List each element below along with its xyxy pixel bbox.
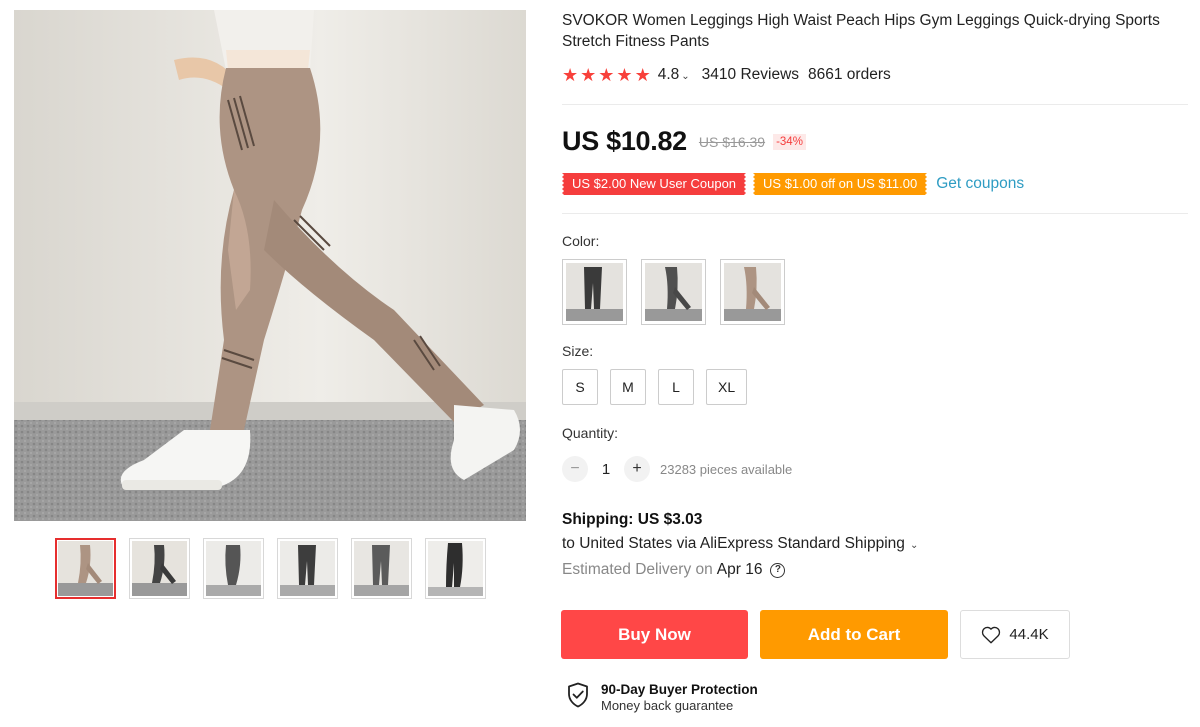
question-circle-icon[interactable]: ? (770, 562, 786, 578)
reviews-link[interactable]: 3410 Reviews (702, 66, 799, 84)
divider (562, 104, 1188, 105)
thumbnail-3[interactable] (203, 538, 264, 599)
size-options: S M L XL (562, 369, 748, 405)
estimated-delivery-date: Apr 16 (716, 561, 763, 578)
current-price: US $10.82 (562, 126, 687, 156)
new-user-coupon[interactable]: US $2.00 New User Coupon (559, 173, 749, 195)
size-option-s[interactable]: S (562, 369, 598, 405)
color-swatch-image (645, 263, 702, 321)
color-swatch-image (566, 263, 623, 321)
star-icon: ★ (562, 65, 579, 85)
product-photo-illustration (14, 10, 526, 521)
rating-row: ★ ★ ★ ★ ★ 4.8 ⌄ 3410 Reviews 8661 orders (562, 66, 891, 84)
buyer-protection-subtitle: Money back guarantee (601, 698, 734, 713)
size-label: Size: (562, 343, 594, 359)
estimated-delivery: Estimated Delivery on Apr 16 ? (562, 561, 786, 579)
size-option-l[interactable]: L (658, 369, 694, 405)
coupon-row: US $2.00 New User Coupon US $1.00 off on… (559, 173, 1024, 195)
thumbnail-1[interactable] (55, 538, 116, 599)
color-option-grey[interactable] (641, 259, 706, 325)
price-row: US $10.82 US $16.39 -34% (562, 126, 806, 157)
estimated-delivery-label: Estimated Delivery on (562, 561, 713, 578)
thumbnail-image (58, 541, 113, 596)
quantity-increase-button[interactable]: + (624, 456, 650, 482)
original-price: US $16.39 (698, 133, 766, 150)
quantity-label: Quantity: (562, 425, 619, 441)
add-to-cart-button[interactable]: Add to Cart (760, 610, 948, 659)
buyer-protection-text: 90-Day Buyer Protection Money back guara… (601, 682, 758, 714)
get-coupons-link[interactable]: Get coupons (936, 175, 1024, 193)
quantity-decrease-button[interactable]: − (562, 456, 588, 482)
thumbnail-6[interactable] (425, 538, 486, 599)
shield-check-icon (568, 682, 588, 708)
thumbnail-4[interactable] (277, 538, 338, 599)
color-option-dark-grey[interactable] (562, 259, 627, 325)
quantity-stepper: − 1 + 23283 pieces available (562, 456, 792, 482)
buyer-protection-title: 90-Day Buyer Protection (601, 682, 758, 697)
rating-stars: ★ ★ ★ ★ ★ (562, 66, 651, 84)
shipping-destination[interactable]: to United States via AliExpress Standard… (562, 535, 930, 553)
color-option-khaki[interactable] (720, 259, 785, 325)
rating-value[interactable]: 4.8 (658, 66, 680, 84)
thumbnail-5[interactable] (351, 538, 412, 599)
size-option-xl[interactable]: XL (706, 369, 748, 405)
thumbnail-image (428, 541, 483, 596)
star-icon: ★ (580, 65, 597, 85)
stock-available: 23283 pieces available (660, 461, 793, 477)
star-icon: ★ (634, 65, 651, 85)
thumbnail-2[interactable] (129, 538, 190, 599)
chevron-down-icon: ⌄ (909, 540, 919, 551)
divider (562, 213, 1188, 214)
wishlist-count: 44.4K (1009, 626, 1049, 643)
discount-badge: -34% (773, 133, 806, 150)
thumbnail-image (354, 541, 409, 596)
orders-count: 8661 orders (808, 66, 891, 83)
shipping-cost: Shipping: US $3.03 (562, 511, 703, 528)
size-option-m[interactable]: M (610, 369, 646, 405)
shipping-destination-text: to United States via AliExpress Standard… (562, 535, 905, 552)
color-label: Color: (562, 233, 600, 249)
main-product-image[interactable] (14, 10, 526, 521)
buyer-protection: 90-Day Buyer Protection Money back guara… (567, 682, 758, 714)
product-title: SVOKOR Women Leggings High Waist Peach H… (562, 12, 1160, 50)
quantity-value[interactable]: 1 (588, 461, 624, 478)
thumbnail-image (132, 541, 187, 596)
store-coupon[interactable]: US $1.00 off on US $11.00 (751, 173, 930, 195)
thumbnail-image (206, 541, 261, 596)
heart-icon (982, 626, 1001, 643)
buy-now-button[interactable]: Buy Now (561, 610, 748, 659)
chevron-down-icon[interactable]: ⌄ (681, 71, 689, 82)
thumbnail-strip (55, 538, 486, 599)
wishlist-button[interactable]: 44.4K (960, 610, 1070, 659)
color-swatch-image (724, 263, 781, 321)
star-icon: ★ (598, 65, 615, 85)
color-options (562, 259, 785, 325)
star-icon: ★ (616, 65, 633, 85)
thumbnail-image (280, 541, 335, 596)
